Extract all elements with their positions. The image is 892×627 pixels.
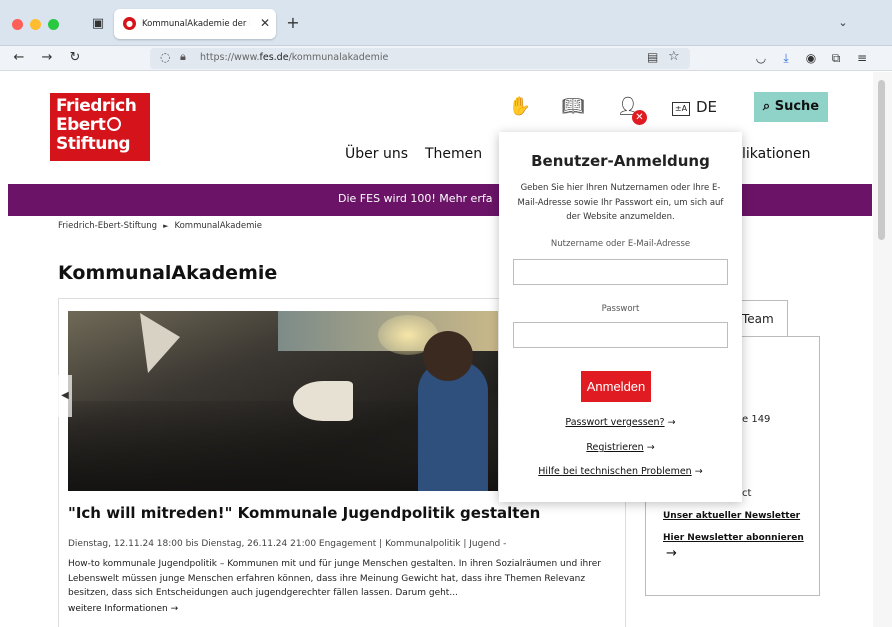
sign-language-icon[interactable]: ✋ bbox=[507, 94, 533, 120]
url-text[interactable]: https://www.fes.de/kommunalakademie bbox=[200, 52, 388, 63]
search-button[interactable]: ⌕ Suche bbox=[754, 92, 828, 122]
browser-toolbar: ← → ↻ ◌ 🔒︎ https://www.fes.de/kommunalak… bbox=[0, 46, 892, 71]
logo-line-1: Friedrich bbox=[56, 96, 137, 116]
password-field[interactable] bbox=[513, 322, 728, 348]
forward-icon[interactable]: → bbox=[38, 49, 56, 67]
shield-icon[interactable]: ◌ bbox=[160, 50, 170, 64]
technical-help-link[interactable]: Hilfe bei technischen Problemen → bbox=[499, 466, 742, 477]
login-title: Benutzer-Anmeldung bbox=[531, 152, 710, 170]
logout-x-icon: ✕ bbox=[632, 110, 647, 125]
arrow-right-icon: → bbox=[694, 466, 703, 477]
login-popover: Benutzer-Anmeldung Geben Sie hier Ihren … bbox=[499, 132, 742, 502]
banner-text[interactable]: Die FES wird 100! Mehr erfa bbox=[338, 192, 492, 205]
arrow-right-icon: → bbox=[667, 417, 676, 428]
logo-line-3: Stiftung bbox=[56, 134, 131, 154]
pocket-icon[interactable]: ◡ bbox=[752, 49, 770, 67]
fes-logo[interactable]: Friedrich Ebert Stiftung bbox=[50, 93, 150, 161]
forgot-password-link[interactable]: Passwort vergessen? → bbox=[499, 417, 742, 428]
logo-line-2: Ebert bbox=[56, 116, 150, 135]
newsletter-current-link[interactable]: Unser aktueller Newsletter bbox=[663, 511, 800, 521]
breadcrumb-separator-icon: ► bbox=[163, 222, 169, 230]
hero-head bbox=[423, 331, 473, 381]
reload-icon[interactable]: ↻ bbox=[66, 49, 84, 67]
breadcrumb-item-current: KommunalAkademie bbox=[174, 221, 263, 231]
language-switcher[interactable]: ±A DE bbox=[672, 94, 717, 120]
back-icon[interactable]: ← bbox=[10, 49, 28, 67]
extensions-icon[interactable]: ⧉ bbox=[827, 49, 845, 67]
tab-overview-icon[interactable]: ▣ bbox=[88, 14, 108, 34]
register-link[interactable]: Registrieren → bbox=[499, 442, 742, 453]
hero-person bbox=[418, 361, 488, 491]
newsletter-subscribe-link[interactable]: Hier Newsletter abonnieren bbox=[663, 533, 804, 543]
tab-title: KommunalAkademie der Friedrich-Ebert-Sti… bbox=[142, 19, 250, 29]
page-title: KommunalAkademie bbox=[58, 262, 278, 284]
more-info-link[interactable]: weitere Informationen → bbox=[68, 604, 178, 614]
search-icon: ⌕ bbox=[762, 99, 775, 114]
event-title[interactable]: "Ich will mitreden!" Kommunale Jugendpol… bbox=[68, 504, 540, 522]
downloads-icon[interactable]: ⤓ bbox=[777, 49, 795, 67]
arrow-right-icon[interactable]: → bbox=[666, 546, 677, 561]
breadcrumb-item-home[interactable]: Friedrich-Ebert-Stiftung bbox=[58, 221, 157, 231]
nav-item-publikationen[interactable]: likationen bbox=[742, 144, 811, 164]
username-label: Nutzername oder E-Mail-Adresse bbox=[550, 239, 691, 249]
password-label: Passwort bbox=[601, 304, 640, 314]
nav-item-themen[interactable]: Themen bbox=[425, 144, 482, 164]
globe-icon bbox=[107, 117, 122, 131]
language-label: DE bbox=[696, 98, 718, 116]
menu-icon[interactable]: ≡ bbox=[853, 49, 871, 67]
bookmark-star-icon[interactable]: ☆ bbox=[668, 49, 680, 64]
login-submit-button[interactable]: Anmelden bbox=[581, 371, 651, 402]
scrollbar-thumb[interactable] bbox=[878, 80, 885, 240]
tab-close-icon[interactable]: ✕ bbox=[258, 15, 272, 31]
nav-item-ueber-uns[interactable]: Über uns bbox=[345, 144, 408, 164]
announcement-banner[interactable]: Die FES wird 100! Mehr erfa bbox=[8, 184, 872, 216]
hero-megaphone bbox=[293, 381, 353, 421]
arrow-right-icon: → bbox=[646, 442, 655, 453]
hero-flag bbox=[140, 313, 180, 373]
reader-icon[interactable]: ▤ bbox=[647, 50, 658, 64]
browser-tab-active[interactable]: ● KommunalAkademie der Friedrich-Ebert-S… bbox=[114, 9, 276, 39]
event-description: How-to kommunale Jugendpolitik – Kommune… bbox=[68, 559, 601, 598]
carousel-prev-icon[interactable]: ◀ bbox=[58, 375, 72, 417]
list-all-tabs-icon[interactable]: ⌄ bbox=[834, 14, 852, 32]
breadcrumb: Friedrich-Ebert-Stiftung ► KommunalAkademi… bbox=[58, 221, 262, 231]
event-hero-image[interactable] bbox=[68, 311, 498, 491]
sidebar-text-fragment: e 149 bbox=[742, 414, 771, 425]
username-field[interactable] bbox=[513, 259, 728, 285]
lock-icon[interactable]: 🔒︎ bbox=[180, 50, 186, 64]
window-zoom-button[interactable] bbox=[48, 19, 59, 30]
url-bar[interactable]: ◌ 🔒︎ https://www.fes.de/kommunalakademie… bbox=[150, 48, 690, 69]
login-intro: Geben Sie hier Ihren Nutzernamen oder Ih… bbox=[517, 183, 724, 222]
sidebar-text-fragment: ct bbox=[742, 488, 752, 499]
window-minimize-button[interactable] bbox=[30, 19, 41, 30]
easy-language-icon[interactable]: 📖︎ bbox=[560, 94, 586, 120]
event-meta: Dienstag, 12.11.24 18:00 bis Dienstag, 2… bbox=[68, 539, 507, 549]
browser-tab-bar: ▣ ● KommunalAkademie der Friedrich-Ebert… bbox=[0, 0, 892, 46]
window-close-button[interactable] bbox=[12, 19, 23, 30]
translate-icon: ±A bbox=[672, 102, 690, 116]
account-icon[interactable]: ◉ bbox=[802, 49, 820, 67]
new-tab-button[interactable]: + bbox=[284, 14, 302, 32]
fes-favicon-icon: ● bbox=[123, 17, 136, 30]
